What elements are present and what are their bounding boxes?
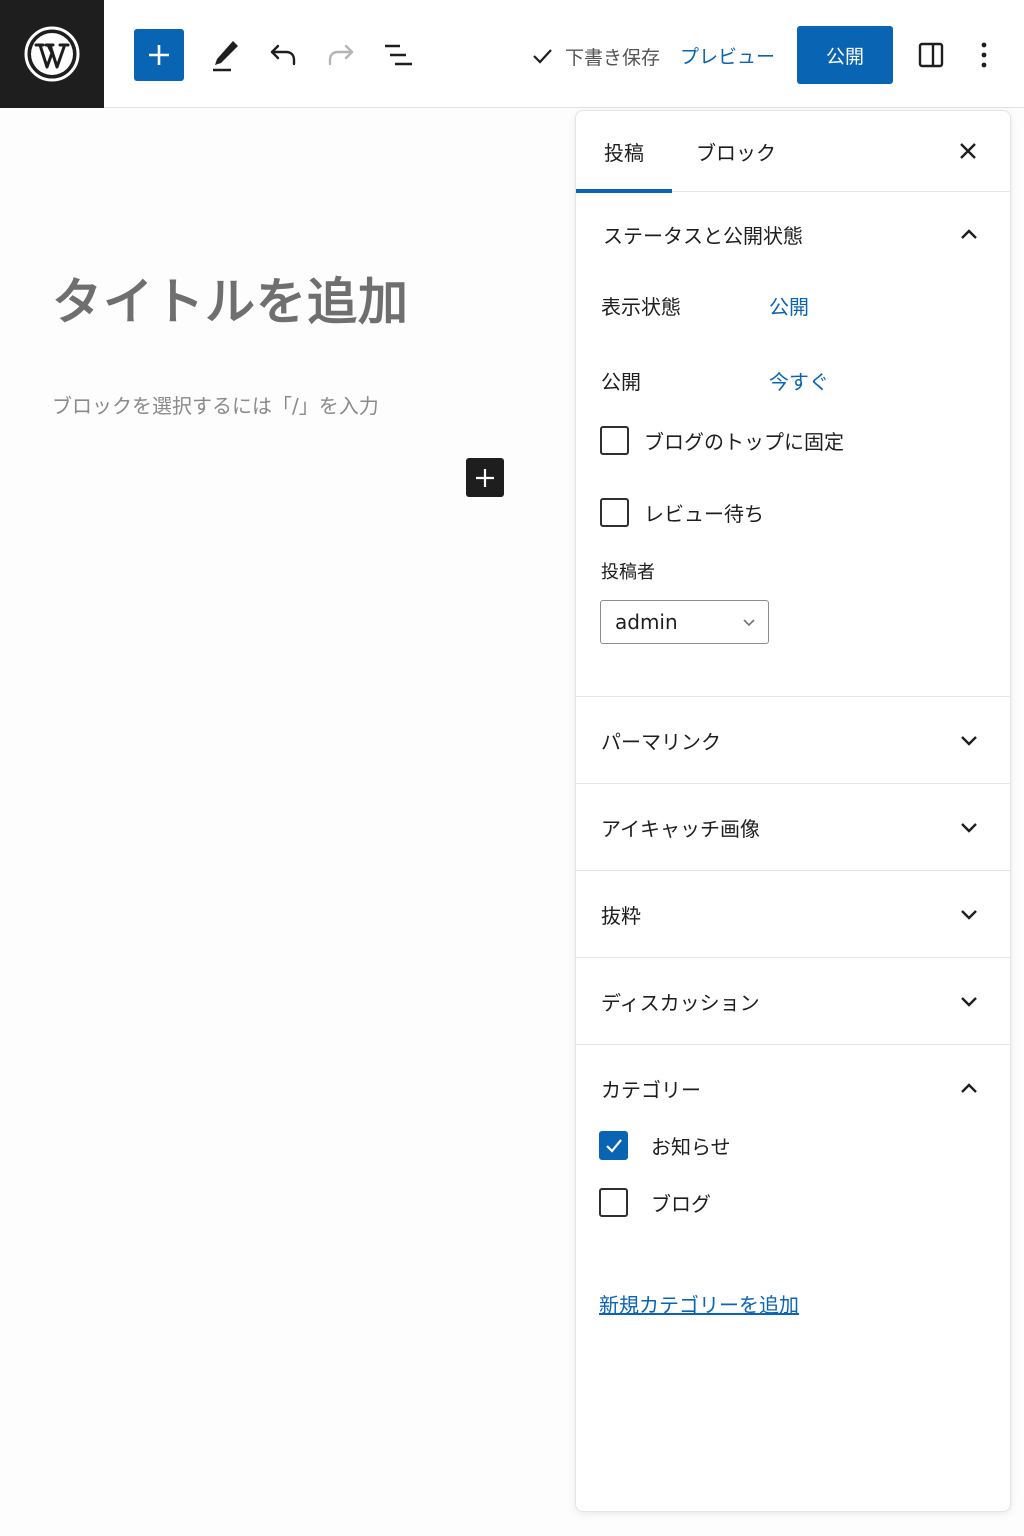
sidebar-toggle-icon bbox=[918, 42, 944, 68]
settings-sidebar: 投稿 ブロック ステータスと公開状態 表示状態 公開 公開 今すぐ ブログのトッ… bbox=[575, 110, 1011, 1512]
preview-button[interactable]: プレビュー bbox=[680, 38, 775, 72]
wordpress-logo-icon bbox=[24, 26, 80, 82]
chevron-down-icon bbox=[958, 816, 980, 838]
visibility-label: 表示状態 bbox=[601, 295, 681, 319]
wordpress-logo[interactable] bbox=[0, 0, 104, 108]
pending-review-checkbox-row[interactable]: レビュー待ち bbox=[600, 498, 764, 527]
sticky-label: ブログのトップに固定 bbox=[644, 430, 844, 454]
author-select[interactable]: admin bbox=[600, 600, 769, 644]
saved-status: 下書き保存 bbox=[531, 40, 660, 72]
chevron-down-icon bbox=[958, 990, 980, 1012]
panel-featured-image: アイキャッチ画像 bbox=[576, 784, 1010, 871]
panel-permalink: パーマリンク bbox=[576, 697, 1010, 784]
pen-icon bbox=[213, 41, 238, 72]
list-view-button[interactable] bbox=[375, 30, 421, 80]
panel-discussion: ディスカッション bbox=[576, 958, 1010, 1045]
undo-icon bbox=[270, 44, 296, 66]
settings-sidebar-toggle[interactable] bbox=[908, 30, 954, 80]
panel-header-status[interactable]: ステータスと公開状態 bbox=[576, 192, 1010, 276]
chevron-down-icon bbox=[958, 729, 980, 751]
chevron-up-icon bbox=[958, 1077, 980, 1099]
panel-categories: カテゴリー お知らせ ブログ 新規カテゴリーを追加 bbox=[576, 1045, 1010, 1361]
panel-header-excerpt[interactable]: 抜粋 bbox=[576, 871, 1010, 957]
check-icon bbox=[533, 49, 552, 64]
editor-header: 下書き保存 プレビュー 公開 bbox=[0, 0, 1024, 108]
close-icon bbox=[960, 143, 976, 159]
pending-review-checkbox[interactable] bbox=[600, 498, 629, 527]
chevron-down-icon bbox=[743, 619, 755, 627]
tab-block[interactable]: ブロック bbox=[696, 111, 776, 192]
category-item-notice[interactable]: お知らせ bbox=[599, 1131, 731, 1160]
panel-header-discussion[interactable]: ディスカッション bbox=[576, 958, 1010, 1044]
inline-block-inserter-button[interactable] bbox=[466, 458, 504, 497]
panel-title: カテゴリー bbox=[601, 1077, 701, 1102]
pending-review-label: レビュー待ち bbox=[644, 502, 764, 526]
options-menu-button[interactable] bbox=[962, 30, 1006, 80]
chevron-down-icon bbox=[958, 903, 980, 925]
panel-title: 抜粋 bbox=[601, 903, 641, 928]
default-block-appender[interactable]: ブロックを選択するには「/」を入力 bbox=[52, 390, 379, 419]
list-view-icon bbox=[385, 44, 412, 66]
sticky-checkbox-row[interactable]: ブログのトップに固定 bbox=[600, 426, 844, 455]
tools-button[interactable] bbox=[202, 30, 248, 80]
redo-icon bbox=[328, 44, 354, 66]
saved-status-label: 下書き保存 bbox=[565, 46, 661, 69]
category-checkbox[interactable] bbox=[599, 1131, 628, 1160]
author-label: 投稿者 bbox=[601, 562, 655, 583]
panel-title: アイキャッチ画像 bbox=[601, 816, 760, 841]
publish-button[interactable]: 公開 bbox=[797, 26, 893, 84]
category-label: お知らせ bbox=[651, 1135, 731, 1159]
publish-date-toggle[interactable]: 今すぐ bbox=[769, 366, 829, 395]
plus-icon bbox=[476, 468, 494, 487]
post-title-input[interactable]: タイトルを追加 bbox=[52, 262, 409, 334]
more-vertical-icon bbox=[981, 42, 987, 68]
panel-body-categories: お知らせ ブログ 新規カテゴリーを追加 bbox=[576, 1131, 1010, 1361]
author-value: admin bbox=[615, 610, 678, 634]
panel-title: ディスカッション bbox=[601, 990, 760, 1015]
close-sidebar-button[interactable] bbox=[948, 131, 988, 171]
category-label: ブログ bbox=[651, 1192, 711, 1216]
category-item-blog[interactable]: ブログ bbox=[599, 1188, 711, 1217]
chevron-up-icon bbox=[958, 223, 980, 245]
panel-header-permalink[interactable]: パーマリンク bbox=[576, 697, 1010, 783]
panel-title: ステータスと公開状態 bbox=[603, 223, 803, 248]
publish-date-label: 公開 bbox=[601, 370, 641, 394]
panel-excerpt: 抜粋 bbox=[576, 871, 1010, 958]
panel-title: パーマリンク bbox=[601, 729, 721, 754]
panel-header-categories[interactable]: カテゴリー bbox=[576, 1045, 1010, 1131]
undo-button[interactable] bbox=[260, 30, 306, 80]
category-checkbox[interactable] bbox=[599, 1188, 628, 1217]
add-new-category-link[interactable]: 新規カテゴリーを追加 bbox=[599, 1289, 799, 1318]
panel-body-status: 表示状態 公開 公開 今すぐ ブログのトップに固定 レビュー待ち 投稿者 adm… bbox=[576, 276, 1010, 696]
block-inserter-toggle[interactable] bbox=[134, 29, 184, 81]
panel-header-featured-image[interactable]: アイキャッチ画像 bbox=[576, 784, 1010, 870]
check-icon bbox=[605, 1138, 622, 1153]
sidebar-tabs: 投稿 ブロック bbox=[576, 111, 1010, 193]
panel-status-visibility: ステータスと公開状態 表示状態 公開 公開 今すぐ ブログのトップに固定 レビュ… bbox=[576, 192, 1010, 697]
visibility-toggle[interactable]: 公開 bbox=[769, 291, 809, 320]
plus-icon bbox=[149, 45, 169, 65]
sticky-checkbox[interactable] bbox=[600, 426, 629, 455]
redo-button[interactable] bbox=[318, 30, 364, 80]
tab-post[interactable]: 投稿 bbox=[576, 111, 672, 193]
